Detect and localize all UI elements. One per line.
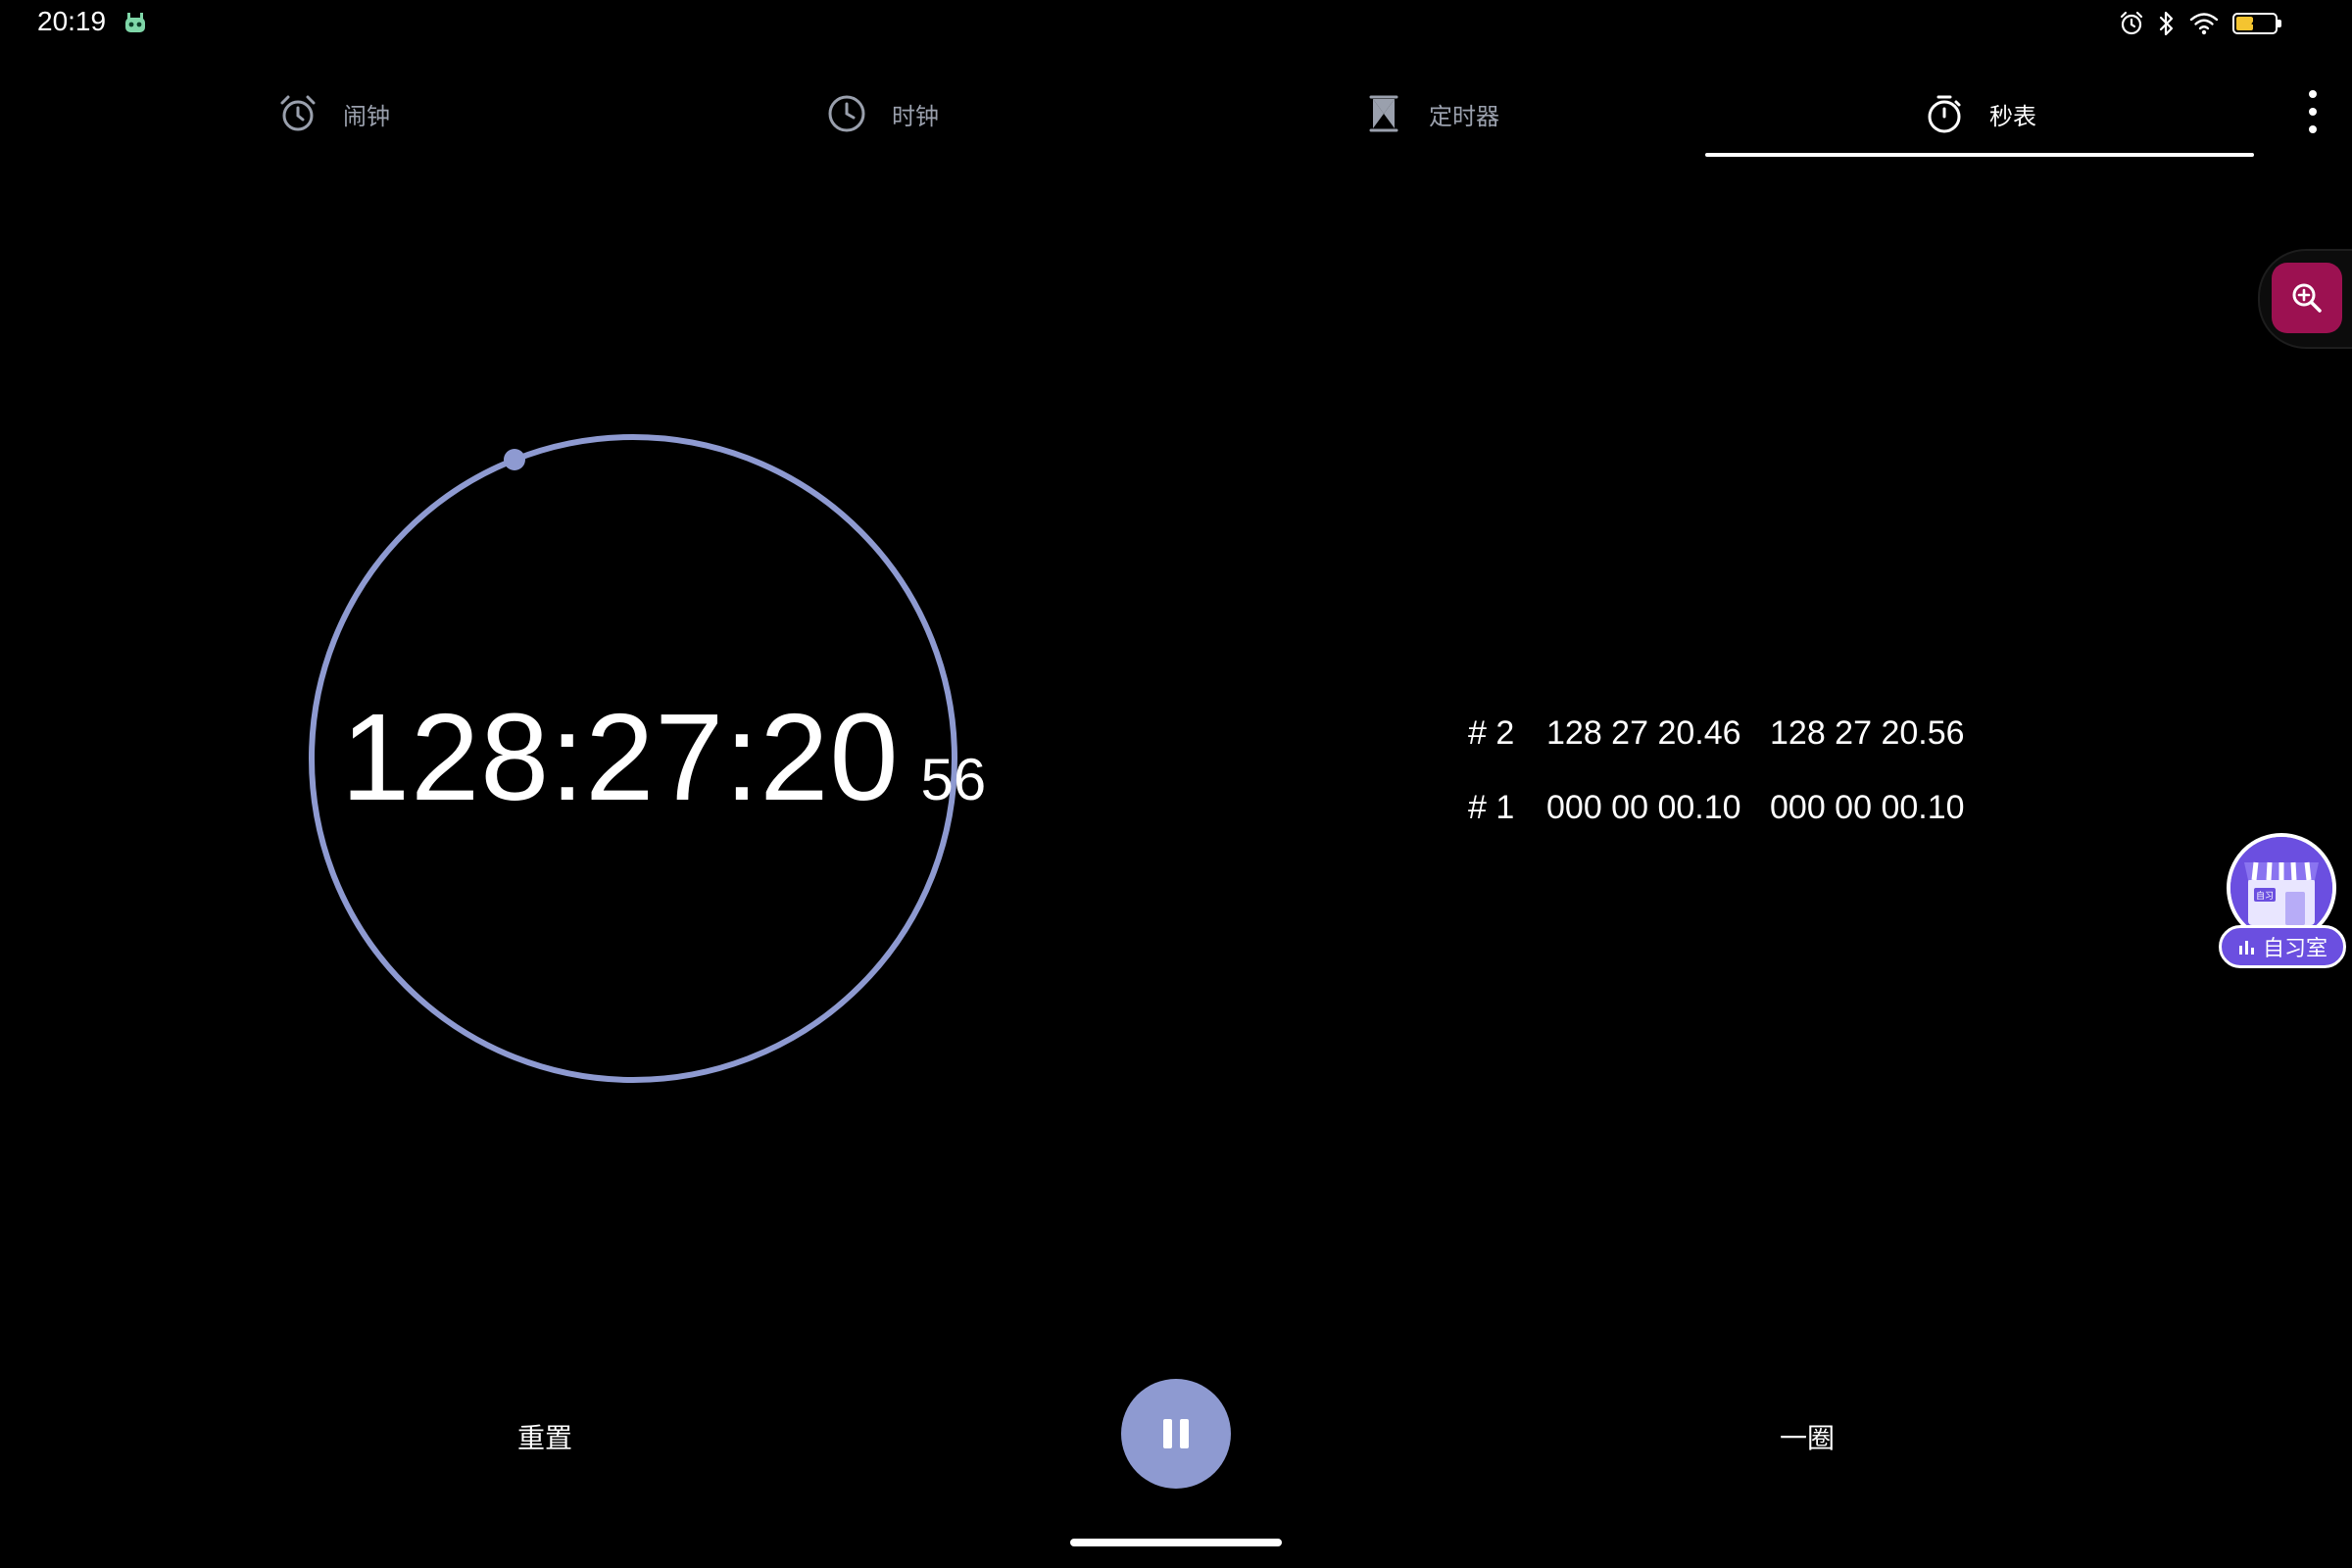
alarm-icon — [276, 92, 319, 135]
status-icons: 2 — [2119, 8, 2281, 39]
lap-button[interactable]: 一圈 — [1752, 1407, 1862, 1466]
tab-clock[interactable]: 时钟 — [608, 69, 1156, 159]
tab-timer[interactable]: 定时器 — [1156, 69, 1705, 159]
lap-row: # 1 000 00 00.10 000 00 00.10 — [1468, 770, 1993, 845]
stopwatch-icon — [1923, 92, 1966, 135]
reset-button[interactable]: 重置 — [490, 1407, 600, 1466]
lap-total-time: 000 00 00.10 — [1770, 788, 1965, 826]
dial-progress-dot — [504, 449, 525, 470]
lap-time: 000 00 00.10 — [1546, 788, 1741, 826]
pause-button[interactable] — [1121, 1379, 1231, 1489]
magnifier-button[interactable] — [2272, 263, 2342, 333]
elapsed-time-display: 128:27:20 56 — [341, 686, 986, 828]
lap-time: 128 27 20.46 — [1546, 713, 1741, 752]
clock-icon — [825, 92, 868, 135]
floating-magnifier — [2258, 249, 2352, 349]
lap-row: # 2 128 27 20.46 128 27 20.56 — [1468, 696, 1993, 770]
elapsed-hundredths: 56 — [920, 747, 987, 812]
bluetooth-icon — [2159, 11, 2174, 36]
hourglass-icon — [1362, 92, 1405, 135]
elapsed-time: 128:27:20 — [341, 688, 900, 826]
bar-chart-icon — [2238, 941, 2254, 955]
battery-icon: 2 — [2232, 12, 2281, 34]
tab-alarm-label: 闹钟 — [343, 102, 390, 130]
zoom-in-icon — [2292, 283, 2322, 313]
pause-icon — [1159, 1419, 1193, 1448]
wifi-icon — [2189, 13, 2219, 35]
stopwatch-screen: 20:19 2 闹钟 时钟 定时器 秒表 128:27:20 56 # 2 12… — [0, 0, 2352, 1568]
robot-icon — [125, 13, 145, 32]
status-bar: 20:19 2 — [0, 0, 2352, 49]
tab-stopwatch[interactable]: 秒表 — [1705, 69, 2254, 159]
lap-total-time: 128 27 20.56 — [1770, 713, 1965, 752]
lap-index: # 2 — [1468, 713, 1515, 752]
status-time: 20:19 — [37, 6, 107, 36]
tab-clock-label: 时钟 — [892, 102, 939, 130]
tab-alarm[interactable]: 闹钟 — [59, 69, 608, 159]
store-sign-text: 自习 — [2256, 890, 2274, 902]
alarm-icon — [2120, 11, 2143, 35]
lap-index: # 1 — [1468, 788, 1515, 826]
tab-bar: 闹钟 时钟 定时器 秒表 — [59, 69, 2254, 159]
lap-list: # 2 128 27 20.46 128 27 20.56 # 1 000 00… — [1468, 696, 1993, 845]
more-vertical-icon[interactable] — [2303, 90, 2323, 133]
home-indicator[interactable] — [1070, 1539, 1282, 1546]
study-room-label-pill: 自习室 — [2219, 925, 2346, 968]
battery-level: 2 — [2250, 12, 2260, 28]
study-room-widget[interactable]: 自习 自习室 — [2219, 833, 2348, 980]
tab-stopwatch-label: 秒表 — [1989, 102, 2036, 130]
tab-timer-label: 定时器 — [1429, 102, 1499, 130]
study-room-label: 自习室 — [2262, 937, 2328, 961]
